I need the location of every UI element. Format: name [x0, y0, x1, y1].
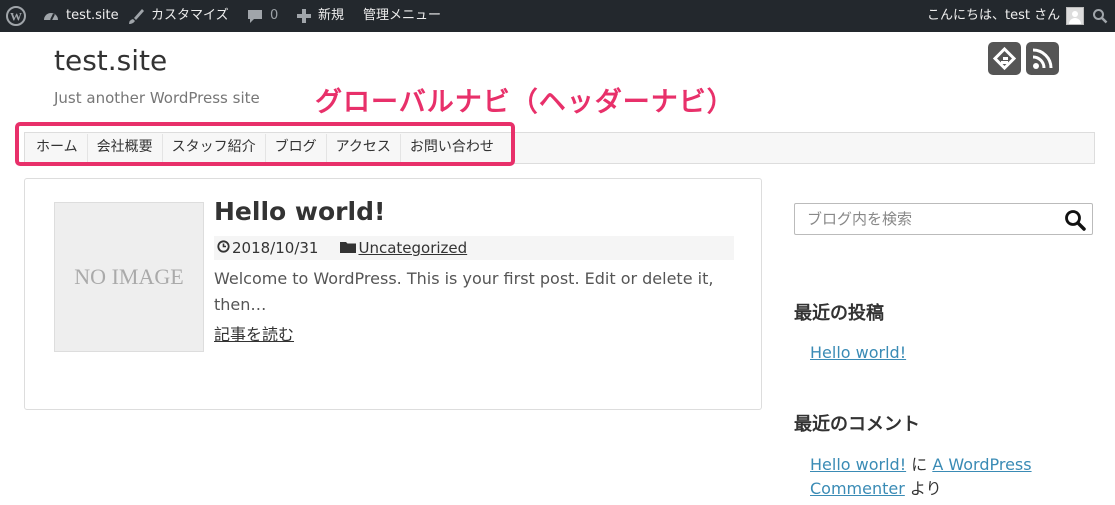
comment-post-link[interactable]: Hello world! [810, 455, 906, 474]
comments-count: 0 [270, 8, 279, 23]
post-thumbnail[interactable]: NO IMAGE [54, 202, 204, 352]
post-excerpt: Welcome to WordPress. This is your first… [214, 269, 714, 314]
search-button[interactable] [1064, 209, 1086, 231]
avatar [1066, 7, 1085, 25]
comment-from-text: より [909, 479, 942, 498]
post-title[interactable]: Hello world! [214, 197, 385, 226]
recent-comment-item: Hello world! に A WordPress Commenter より [810, 453, 1070, 501]
folder-icon [340, 239, 357, 257]
site-title[interactable]: test.site [54, 44, 167, 77]
comment-bubble-icon [246, 7, 264, 25]
read-more-link[interactable]: 記事を読む [214, 321, 294, 345]
customize-label: カスタマイズ [151, 8, 229, 23]
admin-menu-label: 管理メニュー [363, 8, 442, 23]
admin-search-button[interactable] [1092, 0, 1108, 32]
rss-icon[interactable] [1026, 42, 1059, 75]
greeting-text: こんにちは、test さん [927, 8, 1061, 23]
plus-icon [296, 8, 312, 24]
my-account-menu[interactable]: こんにちは、test さん [927, 0, 1085, 32]
search-input[interactable] [795, 204, 1055, 234]
sidebar-search [794, 203, 1093, 235]
recent-post-item: Hello world! [810, 343, 906, 362]
clock-icon [217, 239, 230, 257]
svg-text:W: W [10, 10, 22, 24]
recent-posts-title: 最近の投稿 [794, 303, 884, 324]
search-icon [1092, 8, 1108, 24]
admin-bar: W test.site カスタマイズ 0 新規 管理メニュー こんにちは、tes… [0, 0, 1115, 32]
annotation-label: グローバルナビ（ヘッダーナビ） [315, 87, 735, 118]
new-label: 新規 [318, 8, 345, 23]
post-meta: 2018/10/31 Uncategorized [214, 236, 734, 260]
search-icon [1065, 210, 1086, 231]
admin-menu-link[interactable]: 管理メニュー [363, 0, 441, 32]
thumbnail-placeholder-text: NO IMAGE [74, 264, 184, 289]
dashboard-icon [42, 7, 60, 25]
new-content-link[interactable]: 新規 [296, 0, 344, 32]
comment-on-text: に [911, 455, 928, 474]
wordpress-logo-icon[interactable]: W [6, 0, 26, 32]
recent-comments-title: 最近のコメント [794, 414, 920, 435]
recent-post-link[interactable]: Hello world! [810, 343, 906, 362]
admin-site-menu[interactable]: test.site [42, 0, 119, 32]
comments-link[interactable]: 0 [246, 0, 278, 32]
customize-link[interactable]: カスタマイズ [127, 0, 229, 32]
site-tagline: Just another WordPress site [54, 89, 260, 107]
post-category-link[interactable]: Uncategorized [358, 239, 467, 257]
annotation-highlight-box [15, 122, 515, 166]
post-date: 2018/10/31 [232, 239, 319, 257]
paintbrush-icon [127, 7, 145, 25]
feedly-icon[interactable] [988, 42, 1021, 75]
admin-site-name: test.site [66, 8, 119, 23]
